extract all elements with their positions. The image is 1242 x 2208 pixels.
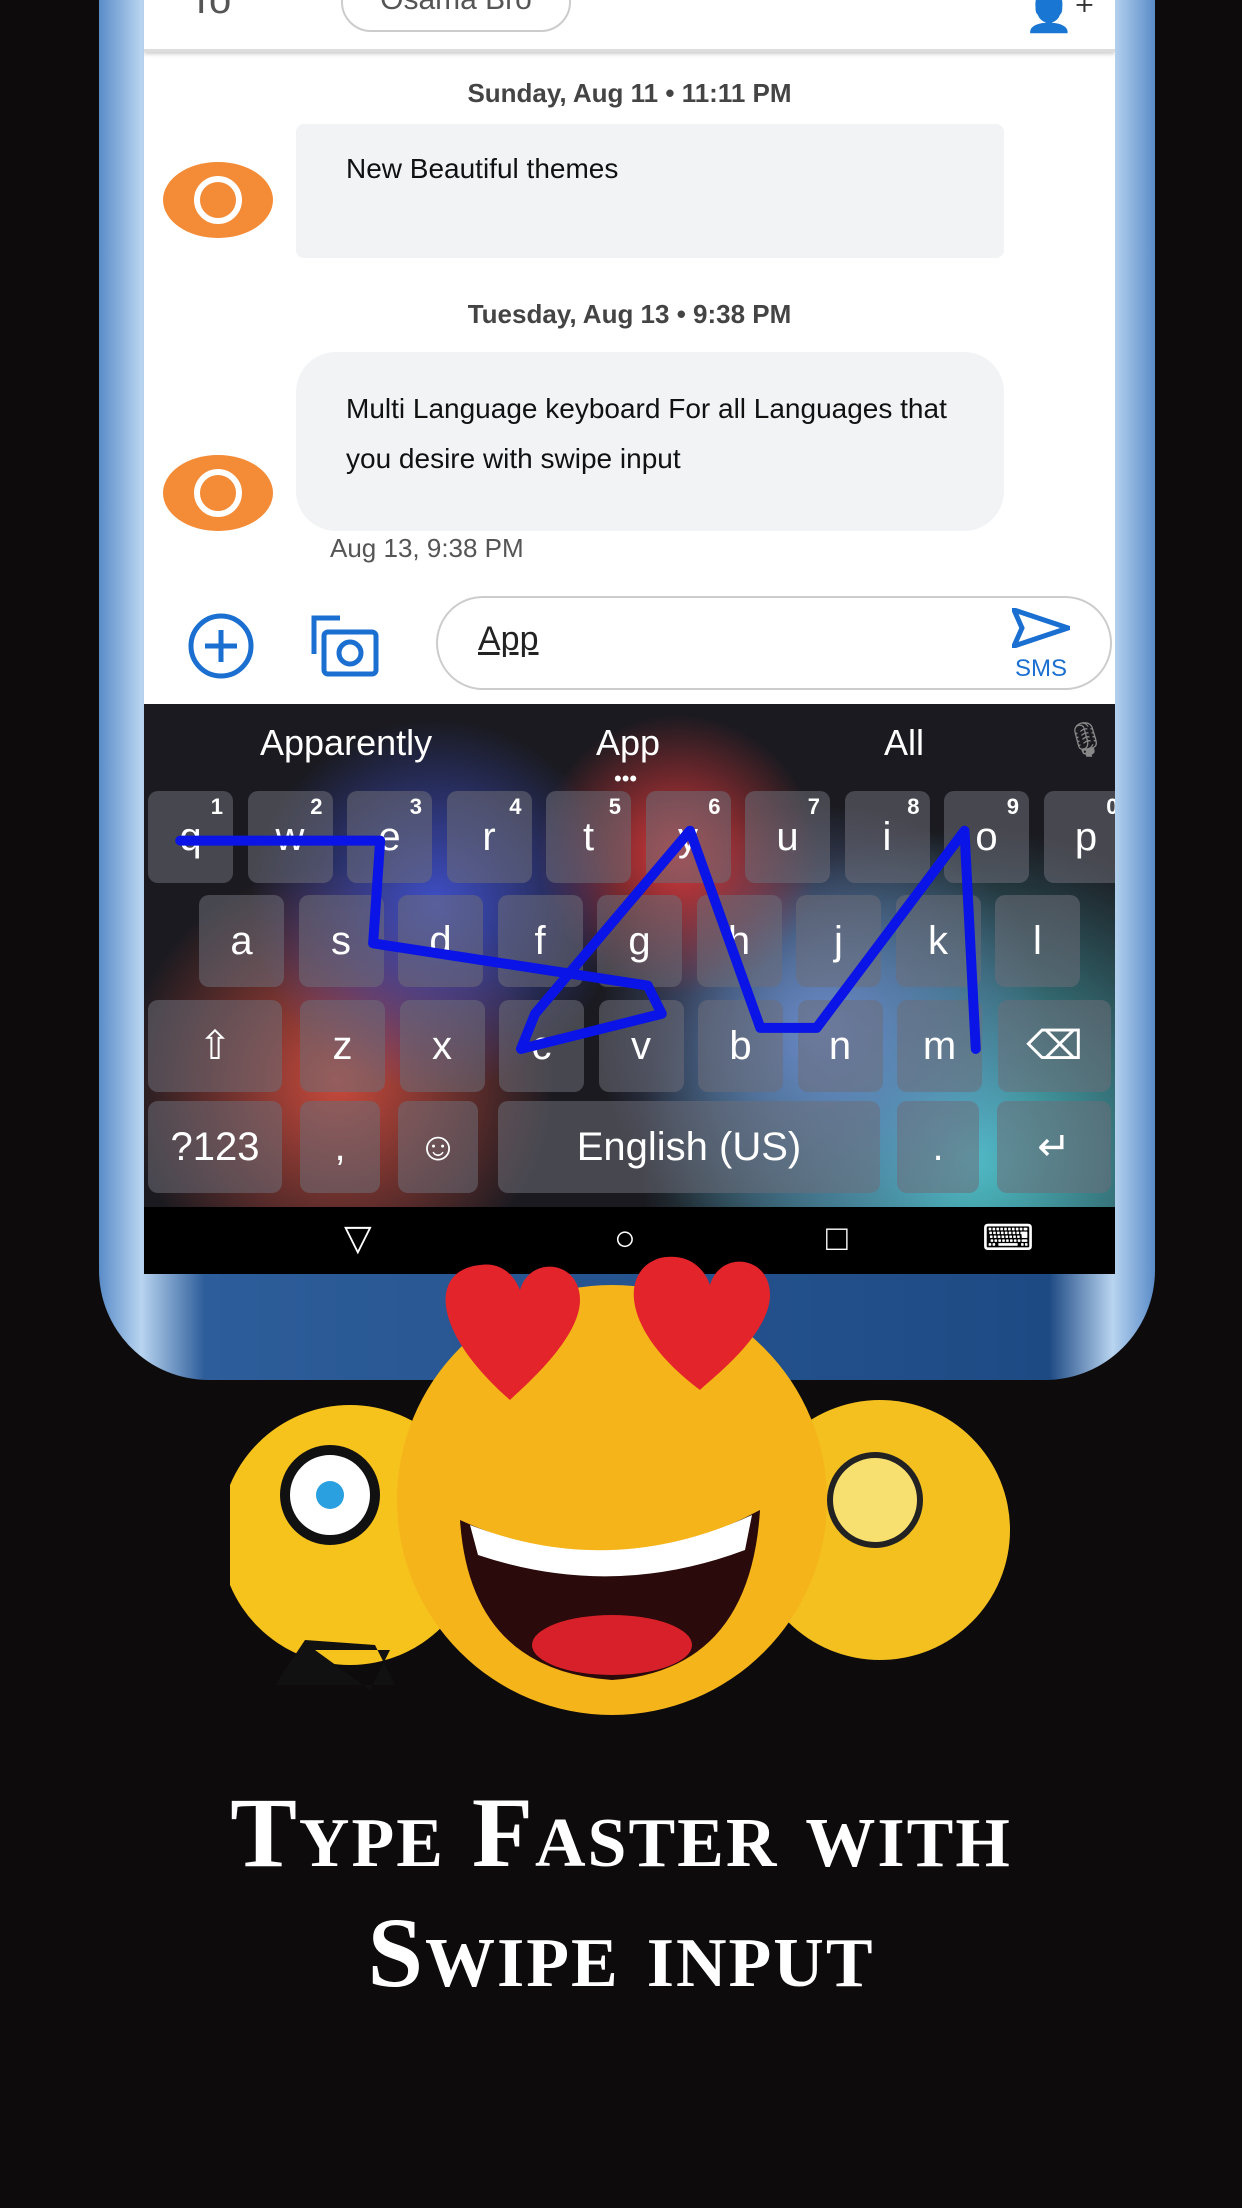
phone-screen: To Osama Bro 👤⁺ Sunday, Aug 11 • 11:11 P…	[144, 0, 1115, 1274]
send-icon	[1009, 605, 1076, 651]
avatar	[163, 455, 273, 531]
message-bubble[interactable]: New Beautiful themes	[296, 124, 1004, 258]
emoji-illustration	[230, 1256, 1010, 1715]
tagline-line-2: Swipe input	[367, 1897, 875, 2008]
date-divider: Sunday, Aug 11 • 11:11 PM	[467, 78, 792, 108]
message-bubble[interactable]: Multi Language keyboard For all Language…	[296, 352, 1004, 531]
recipient-chip[interactable]: Osama Bro	[341, 0, 571, 32]
swipe-trail	[175, 825, 981, 1054]
tagline-line-1: Type Faster with	[230, 1777, 1012, 1888]
message-input[interactable]: App SMS	[436, 596, 1112, 690]
add-icon[interactable]	[187, 612, 255, 680]
add-person-icon[interactable]: 👤⁺	[1024, 0, 1095, 35]
to-label: To	[189, 0, 232, 22]
header: To Osama Bro 👤⁺	[144, 0, 1115, 52]
message-timestamp: Aug 13, 9:38 PM	[330, 533, 524, 563]
date-divider: Tuesday, Aug 13 • 9:38 PM	[467, 299, 792, 329]
send-label: SMS	[1014, 655, 1067, 682]
avatar	[163, 162, 273, 238]
message-input-value: App	[478, 620, 539, 658]
send-sms-button[interactable]: SMS	[1009, 605, 1076, 683]
swipe-path	[175, 825, 981, 1054]
keyboard: Apparently App All ••• 🎙 q1w2e3r4t5y6u7i…	[144, 704, 1115, 1207]
camera-icon[interactable]	[310, 614, 380, 680]
